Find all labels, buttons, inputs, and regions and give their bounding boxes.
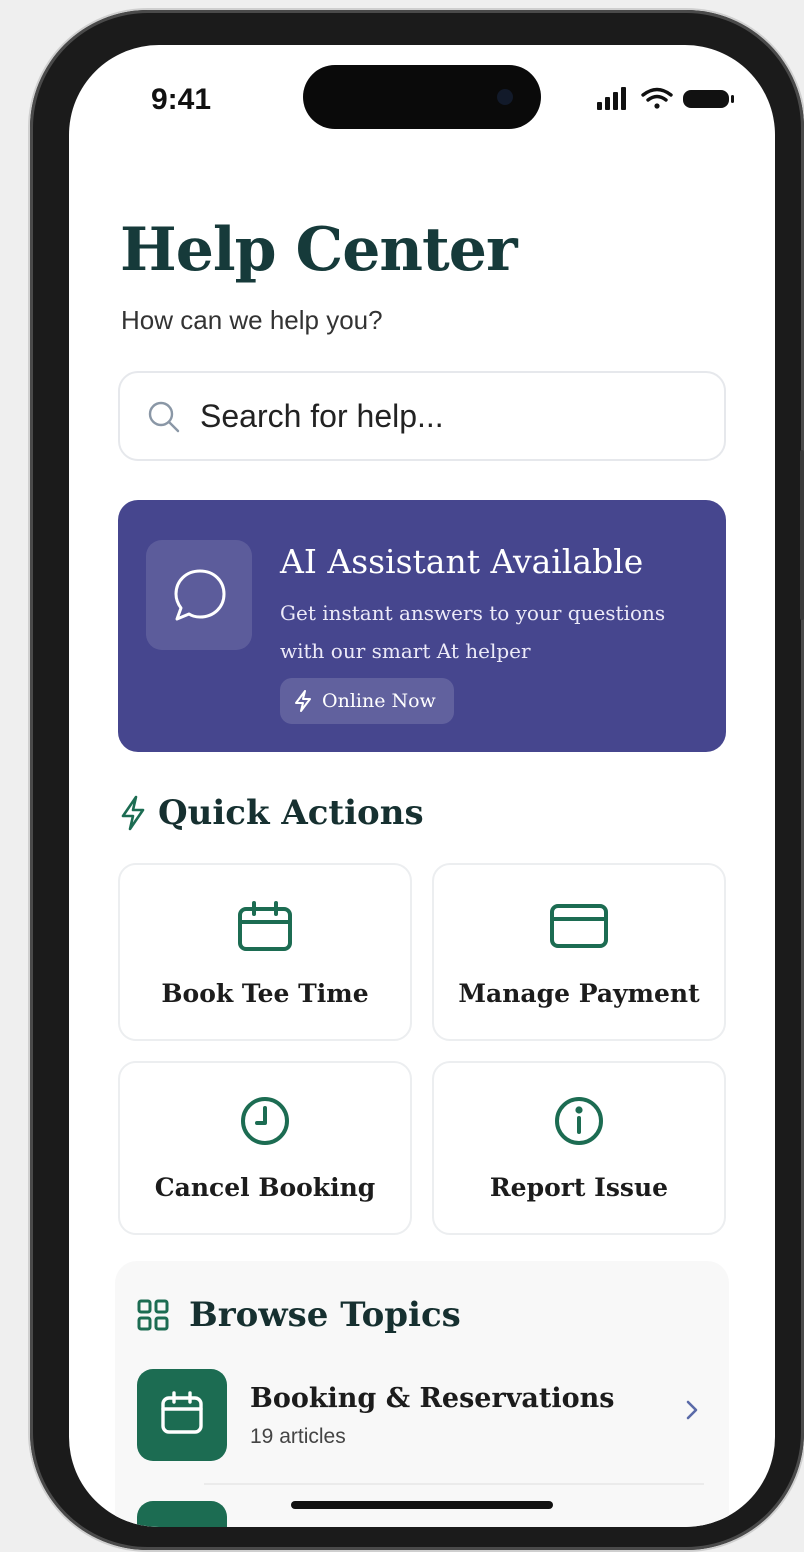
quick-action-cancel-booking[interactable]: Cancel Booking bbox=[118, 1061, 412, 1235]
quick-action-label: Book Tee Time bbox=[161, 979, 369, 1008]
ai-icon-container bbox=[146, 540, 252, 650]
chat-bubble-icon bbox=[174, 569, 226, 621]
quick-action-label: Cancel Booking bbox=[154, 1173, 376, 1202]
lightning-icon bbox=[121, 795, 145, 831]
topic-icon-container bbox=[137, 1501, 227, 1527]
quick-action-label: Report Issue bbox=[489, 1173, 669, 1202]
battery-icon bbox=[683, 90, 734, 108]
status-icons bbox=[595, 85, 745, 111]
badge-label: Online Now bbox=[322, 690, 436, 712]
power-button bbox=[800, 450, 804, 620]
browse-topics-header: Browse Topics bbox=[137, 1295, 461, 1335]
topic-article-count: 19 articles bbox=[250, 1425, 346, 1448]
status-time: 9:41 bbox=[151, 83, 212, 116]
grid-icon bbox=[137, 1299, 169, 1331]
home-indicator[interactable] bbox=[291, 1501, 553, 1509]
chevron-right-icon bbox=[685, 1399, 699, 1426]
info-icon bbox=[551, 1093, 607, 1154]
quick-action-label: Manage Payment bbox=[458, 979, 700, 1008]
phone-screen: 9:41 Help Center How can we help you? Se… bbox=[69, 45, 775, 1527]
search-bar[interactable] bbox=[118, 371, 726, 461]
quick-action-book-tee-time[interactable]: Book Tee Time bbox=[118, 863, 412, 1041]
topic-icon-container bbox=[137, 1369, 227, 1461]
clock-icon bbox=[237, 1093, 293, 1154]
quick-actions-header: Quick Actions bbox=[120, 793, 424, 833]
page-subtitle: How can we help you? bbox=[121, 305, 383, 335]
list-divider bbox=[204, 1483, 704, 1485]
ai-assistant-card[interactable]: AI Assistant Available Get instant answe… bbox=[118, 500, 726, 752]
search-input[interactable] bbox=[200, 373, 700, 459]
signal-icon bbox=[597, 87, 626, 110]
browse-topics-title: Browse Topics bbox=[189, 1295, 461, 1335]
wifi-icon bbox=[641, 87, 673, 109]
lightning-icon bbox=[295, 690, 311, 712]
search-icon bbox=[146, 399, 182, 440]
camera-icon bbox=[497, 89, 513, 105]
topic-title: Booking & Reservations bbox=[250, 1383, 615, 1414]
credit-card-icon bbox=[548, 901, 610, 956]
quick-actions-title: Quick Actions bbox=[158, 793, 424, 833]
browse-topics-section: Browse Topics Booking & Reservations 19 … bbox=[115, 1261, 729, 1527]
dynamic-island bbox=[303, 65, 541, 129]
quick-action-report-issue[interactable]: Report Issue bbox=[432, 1061, 726, 1235]
calendar-icon bbox=[236, 901, 294, 958]
ai-card-title: AI Assistant Available bbox=[280, 542, 644, 581]
page-title: Help Center bbox=[120, 215, 518, 285]
calendar-icon bbox=[161, 1391, 203, 1434]
ai-card-description: Get instant answers to your questions wi… bbox=[280, 601, 666, 663]
online-status-badge: Online Now bbox=[280, 678, 454, 724]
topic-item-booking-reservations[interactable]: Booking & Reservations 19 articles bbox=[137, 1369, 707, 1469]
quick-action-manage-payment[interactable]: Manage Payment bbox=[432, 863, 726, 1041]
